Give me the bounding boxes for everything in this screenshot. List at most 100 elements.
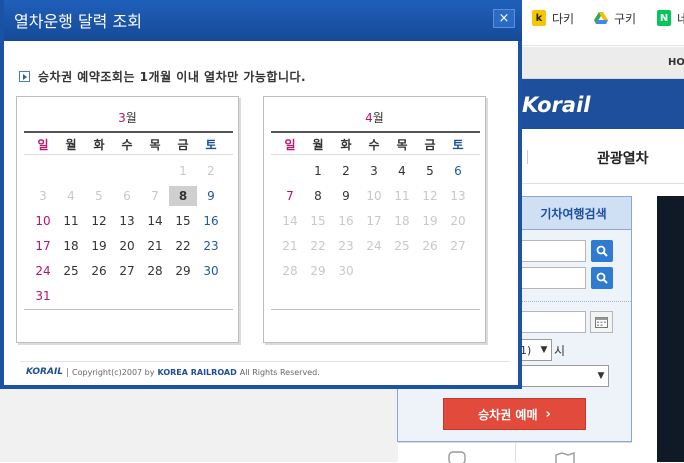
- calendar-day: 13: [450, 188, 466, 203]
- naver-icon: N: [657, 10, 671, 26]
- calendar-day[interactable]: 7: [276, 186, 304, 206]
- calendar-day[interactable]: 18: [57, 236, 85, 256]
- calendar-day: 16: [338, 213, 354, 228]
- calendar-day[interactable]: 1: [304, 161, 332, 181]
- calendar-day[interactable]: 30: [197, 261, 225, 281]
- popup-title: 열차운행 달력 조회: [14, 12, 142, 31]
- bookmark-label: 네: [677, 11, 684, 26]
- calendar-week-row: 14 15 16 17 18 19 20: [276, 208, 472, 233]
- calendar-day: 25: [394, 238, 410, 253]
- calendar-day: 10: [366, 188, 382, 203]
- arrival-input[interactable]: [516, 267, 586, 289]
- calendar-week-row: 24 25 26 27 28 29 30: [29, 258, 225, 283]
- calendar-day[interactable]: 15: [169, 211, 197, 231]
- calendar-day[interactable]: 22: [169, 236, 197, 256]
- bookmark-daki[interactable]: k 다키: [532, 8, 574, 28]
- calendar-week-row: 3 4 5 6 789: [29, 183, 225, 208]
- calendar-day[interactable]: 8: [304, 186, 332, 206]
- google-drive-icon: [594, 10, 608, 26]
- calendar-empty-cell: [85, 161, 113, 181]
- calendar-day[interactable]: 5: [416, 161, 444, 181]
- calendar-button[interactable]: [590, 311, 613, 333]
- calendar-day[interactable]: 13: [113, 211, 141, 231]
- weekday-label: 수: [368, 138, 380, 152]
- calendar-empty-cell: [360, 261, 388, 281]
- calendar-day[interactable]: 6: [444, 161, 472, 181]
- korail-logo[interactable]: Korail: [522, 93, 590, 117]
- calendar-day[interactable]: 23: [197, 236, 225, 256]
- calendar-day[interactable]: 29: [169, 261, 197, 281]
- calendar-empty-cell: [197, 286, 225, 306]
- weekday-label: 금: [424, 138, 436, 152]
- util-link[interactable]: HO: [668, 57, 684, 68]
- weekday-label: 일: [37, 138, 49, 152]
- calendar-day: 18: [394, 213, 410, 228]
- calendar-month-title: 4월: [264, 109, 485, 126]
- calendar-day[interactable]: 9: [332, 186, 360, 206]
- calendar-day[interactable]: 21: [141, 236, 169, 256]
- calendar-day[interactable]: 17: [29, 236, 57, 256]
- arrival-search-button[interactable]: [591, 267, 613, 289]
- calendar-empty-cell: [141, 161, 169, 181]
- calendar-day[interactable]: 16: [197, 211, 225, 231]
- passenger-select[interactable]: ▼: [516, 365, 609, 387]
- reserve-ticket-button[interactable]: 승차권 예매 ›: [443, 398, 586, 430]
- calendar-day[interactable]: 10: [29, 211, 57, 231]
- chevron-down-icon: ▼: [540, 345, 548, 355]
- calendar-day[interactable]: 27: [113, 261, 141, 281]
- calendar-week-row: 28 29 30: [276, 258, 472, 283]
- calendar-day: 17: [366, 213, 382, 228]
- calendar-day[interactable]: 4: [388, 161, 416, 181]
- calendar-day: 30: [338, 263, 354, 278]
- calendar-grid: 일 월 화 수 목 금 토 1 2 3 4 5 6 7 8 9 10 11 12 13 14 15 16 17 18 19 20 21…: [29, 135, 225, 308]
- calendar-month-title: 3월: [17, 109, 238, 126]
- calendar-day[interactable]: 2: [332, 161, 360, 181]
- calendar-day: 12: [422, 188, 438, 203]
- calendar-day: 5: [95, 188, 103, 203]
- close-button[interactable]: ×: [493, 9, 515, 28]
- search-icon: [596, 272, 608, 284]
- train-icon[interactable]: [446, 451, 468, 463]
- calendar-empty-cell: [113, 161, 141, 181]
- bookmark-naver[interactable]: N 네: [657, 8, 684, 28]
- calendar-day[interactable]: 3: [360, 161, 388, 181]
- weekday-label: 월: [312, 138, 324, 152]
- calendar-day: 11: [394, 188, 410, 203]
- calendar-day[interactable]: 9: [197, 186, 225, 206]
- departure-input[interactable]: [516, 240, 586, 262]
- calendar-week-row: 31: [29, 283, 225, 308]
- month-number: 4: [365, 111, 373, 125]
- calendar-day[interactable]: 19: [85, 236, 113, 256]
- quick-menu-divider: [515, 442, 516, 462]
- calendar-empty-cell: [276, 161, 304, 181]
- notice-message: 승차권 예약조회는 1개월 이내 열차만 가능합니다.: [19, 68, 306, 85]
- calendar-day[interactable]: 28: [141, 261, 169, 281]
- calendar-empty-cell: [113, 286, 141, 306]
- menu-divider: [527, 150, 528, 164]
- tab-train-search[interactable]: 기차여행검색: [516, 197, 631, 230]
- date-input[interactable]: [516, 311, 586, 333]
- popup-title-bar: 열차운행 달력 조회 ×: [4, 0, 522, 41]
- calendar-grid: 일 월 화 수 목 금 토 1 2 3 4 5 6 7 8 9 10 11 12 13 14 15 16 17 18 19 20 21…: [276, 135, 472, 283]
- weekday-header-row: 일월화수목금토: [29, 135, 225, 154]
- calendar-day[interactable]: 31: [29, 286, 57, 306]
- calendar-day[interactable]: 20: [113, 236, 141, 256]
- menu-item-tour-train[interactable]: 관광열차: [597, 148, 649, 168]
- calendar-day[interactable]: 26: [85, 261, 113, 281]
- calendar-day: 19: [422, 213, 438, 228]
- calendar-day[interactable]: 11: [57, 211, 85, 231]
- bookmark-gugi[interactable]: 구키: [594, 8, 636, 28]
- weekday-label: 목: [396, 138, 408, 152]
- calendar-day[interactable]: 25: [57, 261, 85, 281]
- calendar-day[interactable]: 14: [141, 211, 169, 231]
- departure-search-button[interactable]: [591, 240, 613, 262]
- calendar-day: 20: [450, 213, 466, 228]
- calendar-day[interactable]: 8: [169, 185, 197, 206]
- calendar-day[interactable]: 12: [85, 211, 113, 231]
- month-number: 3: [118, 111, 126, 125]
- map-icon[interactable]: [554, 452, 576, 463]
- calendar-day[interactable]: 24: [29, 261, 57, 281]
- copyright-text: Copyright(c)2007 by: [72, 367, 155, 377]
- calendar-empty-cell: [57, 161, 85, 181]
- calendar-empty-cell: [29, 161, 57, 181]
